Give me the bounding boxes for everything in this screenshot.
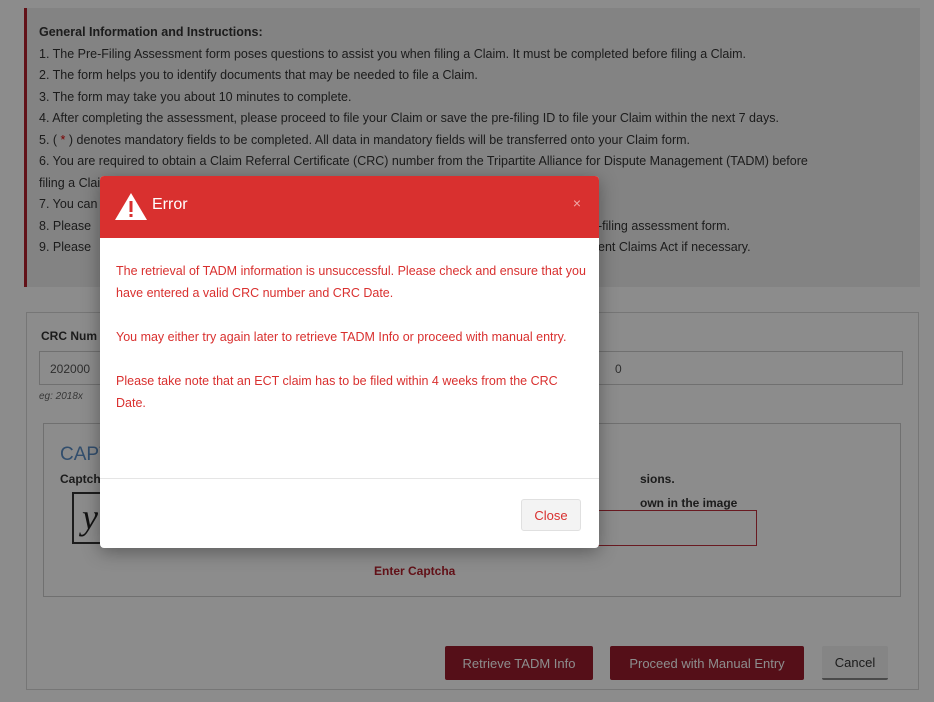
error-modal: Error × The retrieval of TADM informatio… <box>100 176 599 548</box>
modal-close-button[interactable]: Close <box>521 499 581 531</box>
modal-divider <box>100 478 599 479</box>
error-message-1: The retrieval of TADM information is uns… <box>116 264 586 300</box>
error-message-2: You may either try again later to retrie… <box>116 330 567 344</box>
page: General Information and Instructions: 1.… <box>0 0 934 702</box>
warning-icon <box>115 193 147 220</box>
modal-title: Error <box>152 196 188 213</box>
modal-header: Error × <box>100 176 599 238</box>
modal-body: The retrieval of TADM information is uns… <box>116 260 586 436</box>
close-icon[interactable]: × <box>573 195 581 211</box>
error-message-3: Please take note that an ECT claim has t… <box>116 374 558 410</box>
